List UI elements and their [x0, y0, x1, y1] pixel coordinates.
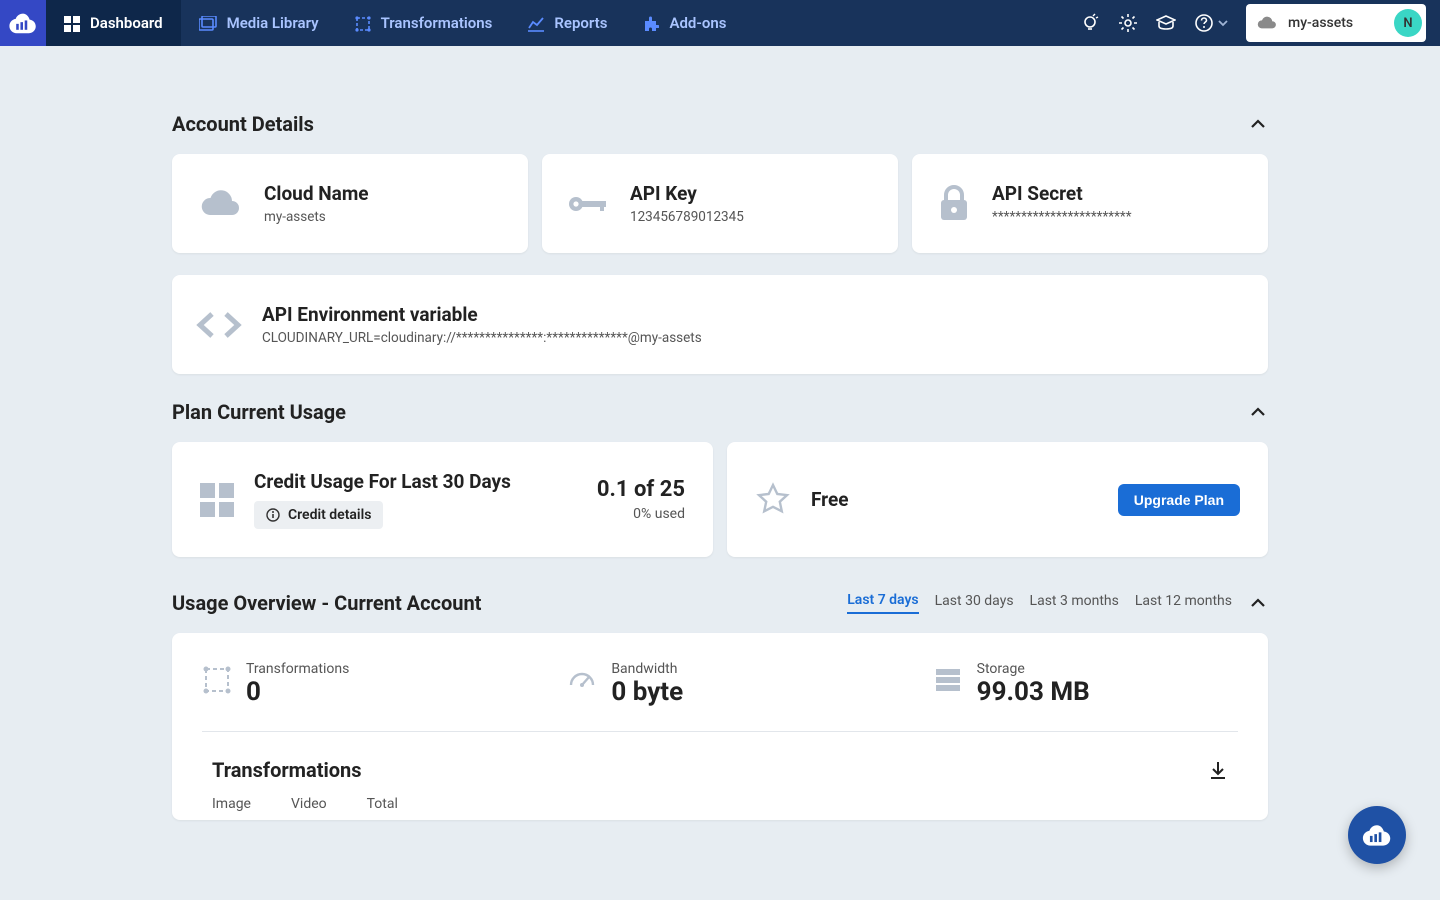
storage-icon: [933, 665, 963, 695]
chevron-up-icon[interactable]: [1248, 593, 1268, 613]
stat-bandwidth: Bandwidth 0 byte: [567, 661, 872, 707]
transformations-section: Transformations Image Video Total: [202, 732, 1238, 812]
logo[interactable]: [0, 0, 46, 46]
gauge-icon: [567, 665, 597, 695]
trans-tab-total[interactable]: Total: [367, 796, 398, 812]
nav-transformations[interactable]: Transformations: [337, 0, 511, 46]
stat-value: 0: [246, 677, 349, 707]
nav-reports[interactable]: Reports: [510, 0, 625, 46]
gear-icon[interactable]: [1118, 13, 1138, 33]
media-icon: [199, 16, 217, 32]
stat-label: Bandwidth: [611, 661, 683, 677]
top-nav: Dashboard Media Library Transformations …: [0, 0, 1440, 46]
range-tab-30d[interactable]: Last 30 days: [935, 593, 1014, 613]
cloud-logo-icon: [1359, 820, 1395, 850]
stat-value: 0 byte: [611, 677, 683, 707]
credit-percent: 0% used: [597, 506, 685, 522]
card-value: CLOUDINARY_URL=cloudinary://************…: [262, 330, 702, 346]
card-value: 123456789012345: [630, 209, 744, 225]
card-value: my-assets: [264, 209, 369, 225]
stat-label: Transformations: [246, 661, 349, 677]
plan-tier-label: Free: [811, 488, 849, 511]
chevron-down-icon: [1218, 18, 1228, 28]
chevron-up-icon[interactable]: [1248, 402, 1268, 422]
section-title: Account Details: [172, 112, 314, 136]
nav-label: Transformations: [381, 14, 493, 32]
account-details-header: Account Details: [172, 112, 1268, 136]
api-key-card[interactable]: API Key 123456789012345: [542, 154, 898, 253]
plan-usage-header: Plan Current Usage: [172, 400, 1268, 424]
cloud-name-card[interactable]: Cloud Name my-assets: [172, 154, 528, 253]
help-icon: [1194, 13, 1214, 33]
education-icon[interactable]: [1156, 13, 1176, 33]
avatar: N: [1394, 9, 1422, 37]
account-name: my-assets: [1288, 15, 1353, 31]
nav-dashboard[interactable]: Dashboard: [46, 0, 181, 46]
star-icon: [755, 482, 791, 518]
trans-tab-video[interactable]: Video: [291, 796, 327, 812]
dashboard-icon: [64, 16, 80, 32]
download-icon[interactable]: [1208, 760, 1228, 780]
usage-overview-header: Usage Overview - Current Account Last 7 …: [172, 591, 1268, 615]
credit-details-chip[interactable]: Credit details: [254, 501, 383, 529]
account-selector[interactable]: my-assets N: [1246, 4, 1426, 42]
nav-label: Reports: [554, 14, 607, 32]
api-secret-card[interactable]: API Secret ************************: [912, 154, 1268, 253]
plan-row: Credit Usage For Last 30 Days Credit det…: [172, 442, 1268, 557]
stat-value: 99.03 MB: [977, 677, 1090, 707]
help-fab[interactable]: [1348, 806, 1406, 864]
key-icon: [566, 187, 610, 221]
transform-icon: [355, 16, 371, 32]
credit-title: Credit Usage For Last 30 Days: [254, 470, 511, 493]
upgrade-plan-button[interactable]: Upgrade Plan: [1118, 484, 1240, 516]
squares-icon: [200, 483, 234, 517]
range-tab-3m[interactable]: Last 3 months: [1030, 593, 1119, 613]
nav-label: Dashboard: [90, 14, 163, 32]
range-tabs: Last 7 days Last 30 days Last 3 months L…: [847, 592, 1268, 614]
credit-value: 0.1 of 25: [597, 477, 685, 502]
transform-icon: [202, 665, 232, 695]
card-title: API Key: [630, 182, 744, 205]
nav-label: Media Library: [227, 14, 319, 32]
stat-storage: Storage 99.03 MB: [933, 661, 1238, 707]
bulb-icon[interactable]: [1080, 13, 1100, 33]
range-tab-7d[interactable]: Last 7 days: [847, 592, 918, 614]
cloud-logo-icon: [6, 6, 40, 40]
section-title: Plan Current Usage: [172, 400, 346, 424]
credit-usage-card: Credit Usage For Last 30 Days Credit det…: [172, 442, 713, 557]
nav-label: Add-ons: [669, 14, 726, 32]
cloud-icon: [196, 187, 244, 221]
card-title: API Secret: [992, 182, 1132, 205]
nav-media-library[interactable]: Media Library: [181, 0, 337, 46]
info-icon: [266, 508, 280, 522]
reports-icon: [528, 16, 544, 32]
nav-right: my-assets N: [1080, 4, 1440, 42]
card-title: Cloud Name: [264, 182, 369, 205]
nav-addons[interactable]: Add-ons: [625, 0, 744, 46]
chevron-up-icon[interactable]: [1248, 114, 1268, 134]
lock-icon: [936, 184, 972, 224]
trans-tab-image[interactable]: Image: [212, 796, 251, 812]
transformations-title: Transformations: [212, 758, 362, 782]
env-var-card[interactable]: API Environment variable CLOUDINARY_URL=…: [172, 275, 1268, 374]
help-menu[interactable]: [1194, 13, 1228, 33]
account-details-row: Cloud Name my-assets API Key 12345678901…: [172, 154, 1268, 253]
stat-label: Storage: [977, 661, 1090, 677]
section-title: Usage Overview - Current Account: [172, 591, 481, 615]
plan-tier-card: Free Upgrade Plan: [727, 442, 1268, 557]
usage-overview-card: Transformations 0 Bandwidth 0 byte Stora…: [172, 633, 1268, 820]
main-content: Account Details Cloud Name my-assets API…: [0, 46, 1440, 820]
addons-icon: [643, 16, 659, 32]
card-value: ************************: [992, 209, 1132, 225]
card-title: API Environment variable: [262, 303, 702, 326]
stat-transformations: Transformations 0: [202, 661, 507, 707]
range-tab-12m[interactable]: Last 12 months: [1135, 593, 1232, 613]
cloud-icon: [1256, 15, 1278, 31]
code-icon: [196, 310, 242, 340]
